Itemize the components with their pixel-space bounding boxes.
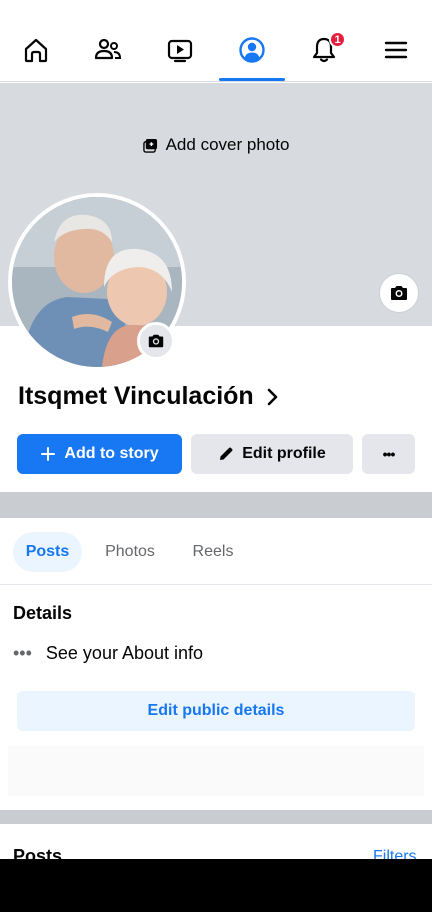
edit-profile-button[interactable]: Edit profile	[191, 434, 353, 474]
nav-menu[interactable]	[376, 36, 416, 78]
see-about-info-row[interactable]: ••• See your About info	[13, 643, 203, 664]
plus-icon	[41, 447, 56, 461]
video-icon	[167, 39, 193, 63]
camera-icon	[391, 286, 407, 300]
notification-badge: 1	[329, 31, 346, 48]
more-dots-icon: •••	[13, 643, 32, 663]
edit-public-details-button[interactable]: Edit public details	[17, 691, 415, 731]
see-about-info-label: See your About info	[45, 643, 204, 663]
tab-reels[interactable]: Reels	[180, 532, 246, 572]
friends-icon	[94, 38, 122, 60]
tabs-divider	[0, 584, 432, 585]
edit-profile-label: Edit profile	[242, 445, 326, 462]
nav-profile[interactable]	[232, 36, 272, 78]
nav-home[interactable]	[16, 36, 56, 78]
section-divider	[0, 492, 432, 518]
top-navigation: 1	[0, 0, 432, 82]
add-to-story-button[interactable]: Add to story	[17, 434, 182, 474]
profile-icon	[239, 37, 265, 63]
add-to-story-label: Add to story	[64, 445, 159, 462]
details-placeholder	[8, 746, 424, 796]
section-divider	[0, 810, 432, 824]
tab-photos-label: Photos	[105, 543, 155, 560]
nav-notifications[interactable]: 1	[304, 31, 346, 78]
edit-public-details-label: Edit public details	[147, 702, 285, 719]
system-navigation-bar	[0, 859, 432, 912]
chevron-right-icon	[267, 388, 278, 405]
add-cover-photo-button[interactable]: Add cover photo	[0, 135, 432, 155]
camera-icon	[148, 334, 164, 348]
tab-photos[interactable]: Photos	[94, 532, 166, 572]
active-tab-indicator	[219, 78, 285, 81]
more-options-button[interactable]: •••	[362, 434, 415, 474]
pencil-icon	[220, 447, 233, 460]
more-dots-icon: •••	[382, 446, 396, 462]
details-heading: Details	[13, 603, 73, 623]
add-photo-icon	[142, 138, 157, 153]
cover-camera-button[interactable]	[379, 273, 419, 313]
nav-video[interactable]	[160, 36, 200, 78]
tab-posts[interactable]: Posts	[13, 532, 82, 572]
home-icon	[24, 38, 48, 63]
profile-camera-button[interactable]	[137, 322, 175, 360]
profile-name: Itsqmet Vinculación	[18, 382, 254, 410]
add-cover-photo-label: Add cover photo	[165, 135, 290, 154]
tab-posts-label: Posts	[25, 543, 70, 560]
profile-name-row[interactable]: Itsqmet Vinculación	[18, 382, 280, 411]
tab-reels-label: Reels	[192, 543, 234, 560]
nav-friends[interactable]	[88, 36, 128, 78]
hamburger-menu-icon	[384, 41, 408, 59]
